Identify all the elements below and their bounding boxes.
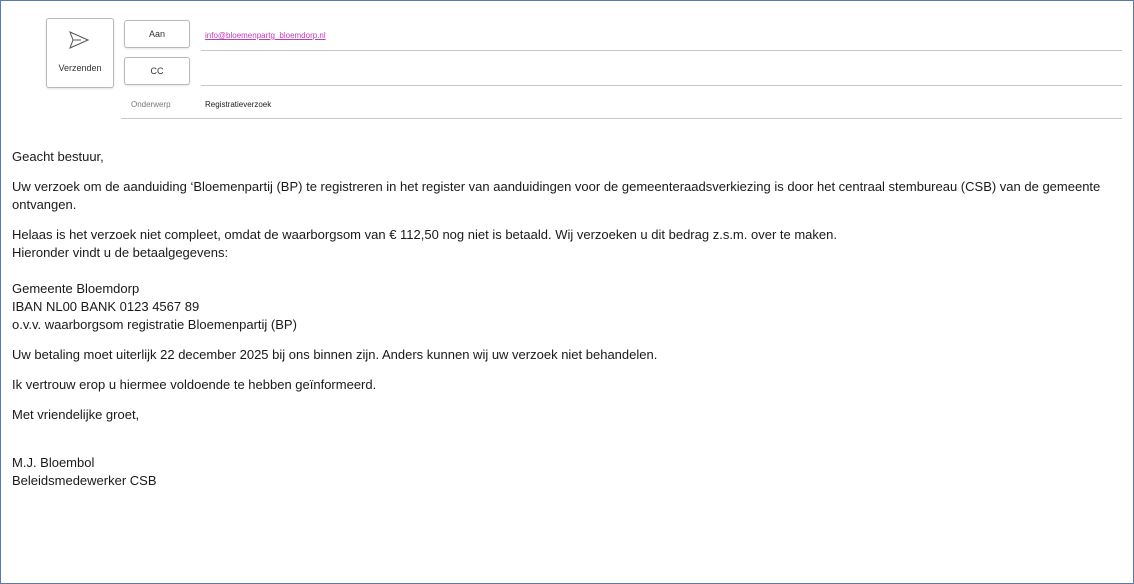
message-body[interactable]: Geacht bestuur, Uw verzoek om de aanduid…: [12, 148, 1127, 490]
payment-reference: o.v.v. waarborgsom registratie Bloemenpa…: [12, 317, 297, 332]
signature-title: Beleidsmedewerker CSB: [12, 473, 157, 488]
to-recipient-link[interactable]: info@bloemenpartg_bloemdorp.nl: [205, 31, 326, 40]
paragraph-incomplete: Helaas is het verzoek niet compleet, omd…: [12, 227, 837, 242]
send-button[interactable]: Verzenden: [46, 18, 114, 88]
subject-field[interactable]: Registratieverzoek: [205, 100, 271, 109]
paragraph-informed: Ik vertrouw erop u hiermee voldoende te …: [12, 377, 377, 392]
paragraph-payment-intro: Hieronder vindt u de betaalgegevens:: [12, 245, 229, 260]
payment-recipient: Gemeente Bloemdorp: [12, 281, 140, 296]
header-divider: [121, 118, 1122, 119]
to-field-underline: [201, 50, 1122, 51]
send-paper-plane-icon: [69, 31, 89, 49]
payment-iban: IBAN NL00 BANK 0123 4567 89: [12, 299, 200, 314]
greeting: Geacht bestuur,: [12, 149, 104, 164]
to-button[interactable]: Aan: [124, 20, 190, 48]
paragraph-receipt: Uw verzoek om de aanduiding ‘Bloemenpart…: [12, 179, 1101, 212]
signature-name: M.J. Bloembol: [12, 455, 95, 470]
email-compose-window: Verzenden Aan info@bloemenpartg_bloemdor…: [0, 0, 1134, 584]
cc-button[interactable]: CC: [124, 57, 190, 85]
subject-label: Onderwerp: [131, 100, 171, 109]
cc-field-underline[interactable]: [201, 85, 1122, 86]
send-button-label: Verzenden: [58, 63, 102, 73]
paragraph-deadline: Uw betaling moet uiterlijk 22 december 2…: [12, 347, 658, 362]
closing: Met vriendelijke groet,: [12, 407, 140, 422]
